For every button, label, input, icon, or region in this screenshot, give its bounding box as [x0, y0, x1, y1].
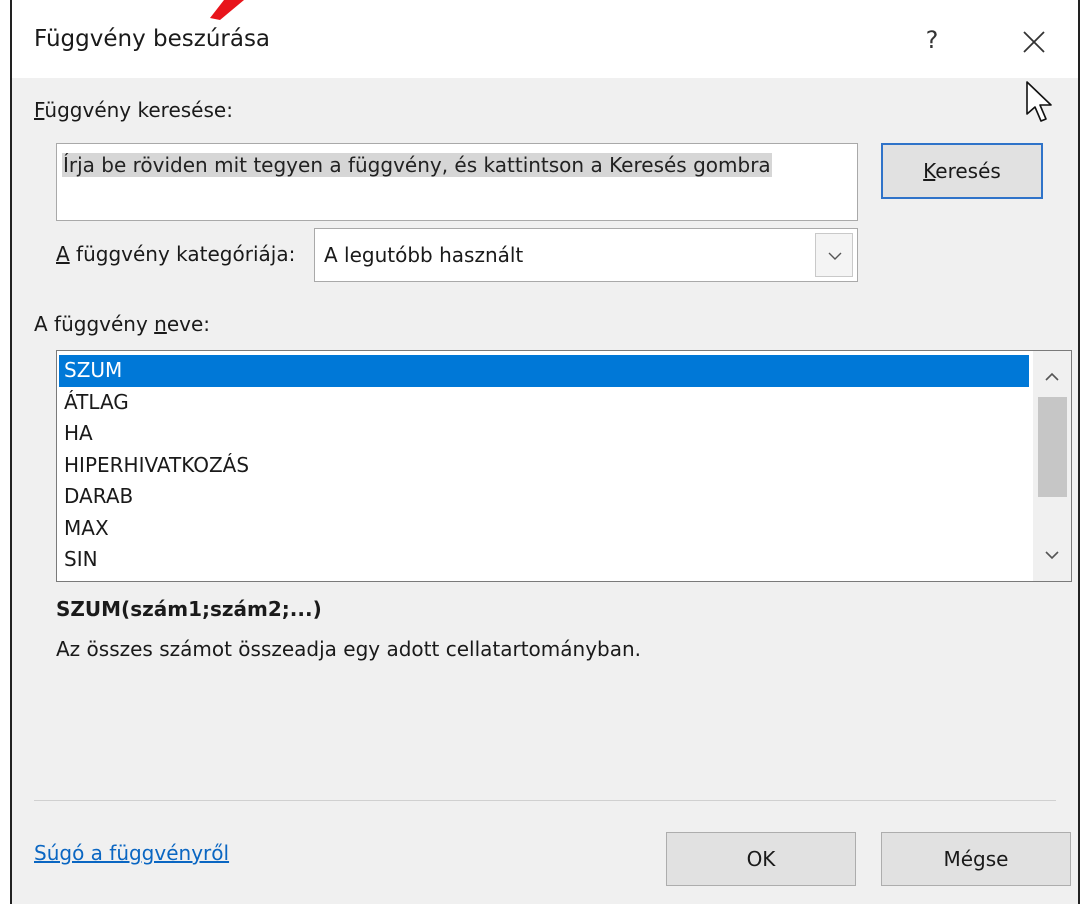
- function-list-item[interactable]: SZUM: [59, 355, 1029, 387]
- dialog-title: Függvény beszúrása: [34, 26, 271, 52]
- category-select[interactable]: A legutóbb használt: [314, 228, 858, 282]
- search-label-text: üggvény keresése:: [44, 98, 233, 122]
- title-bar: Függvény beszúrása ?: [12, 0, 1078, 78]
- function-list-item[interactable]: DARAB: [59, 481, 1029, 513]
- search-input-text[interactable]: Írja be röviden mit tegyen a függvény, é…: [62, 153, 772, 177]
- search-label-accel: F: [34, 98, 45, 122]
- chevron-up-icon: [1045, 372, 1059, 381]
- insert-function-dialog: Függvény beszúrása ? Függvény keresése: …: [10, 0, 1080, 904]
- function-list[interactable]: SZUM ÁTLAG HA HIPERHIVATKOZÁS DARAB MAX …: [56, 350, 1072, 582]
- function-name-label-accel: n: [154, 312, 167, 336]
- close-button[interactable]: [1012, 20, 1056, 64]
- search-input[interactable]: Írja be röviden mit tegyen a függvény, é…: [56, 143, 858, 221]
- function-list-item[interactable]: HIPERHIVATKOZÁS: [59, 450, 1029, 482]
- category-label-text: függvény kategóriája:: [69, 242, 296, 266]
- function-name-label-start: A függvény: [34, 312, 155, 336]
- mouse-cursor-icon: [1026, 81, 1052, 122]
- chevron-down-icon: [1045, 551, 1059, 560]
- close-icon: [1023, 31, 1045, 53]
- footer-divider: [34, 800, 1056, 801]
- function-name-label-end: eve:: [166, 312, 211, 336]
- function-description: Az összes számot összeadja egy adott cel…: [56, 637, 642, 661]
- search-button[interactable]: Keresés: [881, 143, 1043, 199]
- function-name-label: A függvény neve:: [34, 312, 210, 336]
- function-list-item[interactable]: SIN: [59, 544, 1029, 576]
- function-list-item[interactable]: HA: [59, 418, 1029, 450]
- search-button-accel: K: [923, 159, 936, 183]
- search-button-label: eresés: [935, 159, 1001, 183]
- ok-button[interactable]: OK: [666, 832, 856, 886]
- help-button[interactable]: ?: [912, 20, 952, 60]
- scroll-down-button[interactable]: [1033, 537, 1071, 573]
- search-label: Függvény keresése:: [34, 98, 233, 122]
- function-help-link[interactable]: Súgó a függvényről: [34, 841, 229, 865]
- category-dropdown-button[interactable]: [815, 233, 853, 277]
- function-syntax: SZUM(szám1;szám2;...): [56, 597, 322, 621]
- red-arrow-annotation-icon: [210, 0, 244, 20]
- chevron-down-icon: [828, 252, 842, 260]
- function-list-item[interactable]: ÁTLAG: [59, 387, 1029, 419]
- category-label: A függvény kategóriája:: [56, 242, 295, 266]
- scroll-up-button[interactable]: [1033, 359, 1071, 395]
- function-list-scrollbar[interactable]: [1033, 351, 1071, 581]
- scrollbar-thumb[interactable]: [1038, 397, 1067, 497]
- cancel-button[interactable]: Mégse: [881, 832, 1071, 886]
- category-selected-value: A legutóbb használt: [324, 243, 524, 267]
- function-list-item[interactable]: MAX: [59, 513, 1029, 545]
- function-list-items: SZUM ÁTLAG HA HIPERHIVATKOZÁS DARAB MAX …: [59, 355, 1029, 576]
- category-label-accel: A: [56, 242, 70, 266]
